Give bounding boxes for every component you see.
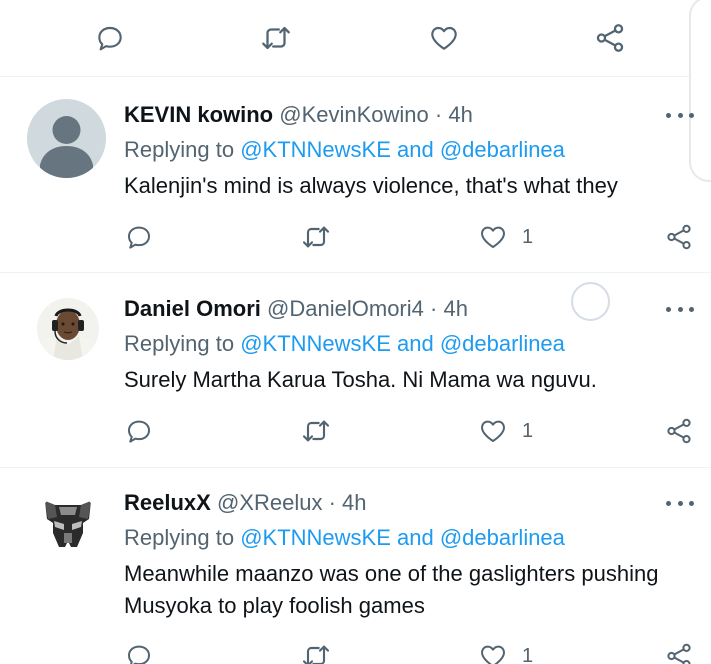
- tweet-actions: 1: [0, 414, 711, 448]
- like-count: 1: [522, 419, 534, 442]
- timestamp[interactable]: 4h: [448, 102, 472, 127]
- heart-icon: [481, 226, 505, 248]
- photo-avatar-icon: [37, 298, 99, 360]
- replying-to-link[interactable]: @KTNNewsKE and @debarlinea: [240, 525, 565, 550]
- avatar[interactable]: [37, 298, 99, 360]
- reply-button[interactable]: [92, 20, 128, 56]
- heart-icon: [481, 420, 505, 442]
- like-button[interactable]: 1: [478, 220, 533, 254]
- share-button[interactable]: [664, 639, 694, 664]
- tweet[interactable]: KEVIN kowino @KevinKowino · 4h Replying …: [0, 78, 711, 273]
- more-options-button[interactable]: [666, 105, 694, 125]
- like-count: 1: [522, 225, 534, 248]
- more-icon-dot: [689, 112, 694, 118]
- retweet-icon: [302, 645, 330, 664]
- more-icon-dot: [689, 306, 694, 312]
- share-icon: [596, 24, 624, 52]
- reply-button[interactable]: [124, 220, 154, 254]
- replying-to-link[interactable]: @KTNNewsKE and @debarlinea: [240, 137, 565, 162]
- retweet-icon: [302, 226, 330, 248]
- replying-to: Replying to @KTNNewsKE and @debarlinea: [124, 135, 565, 165]
- avatar[interactable]: [27, 99, 106, 178]
- tweet-text: Surely Martha Karua Tosha. Ni Mama wa ng…: [124, 367, 597, 392]
- share-button[interactable]: [664, 220, 694, 254]
- tweet-text: Meanwhile maanzo was one of the gaslight…: [124, 561, 659, 618]
- display-name[interactable]: ReeluxX: [124, 490, 211, 515]
- user-handle[interactable]: @XReelux: [217, 490, 323, 515]
- share-button[interactable]: [592, 20, 628, 56]
- more-options-button[interactable]: [666, 299, 694, 319]
- share-icon: [667, 418, 691, 444]
- retweet-button[interactable]: [300, 220, 332, 254]
- share-icon: [667, 643, 691, 664]
- retweet-icon: [262, 26, 290, 50]
- reply-button[interactable]: [124, 639, 154, 664]
- default-avatar-icon: [40, 116, 93, 178]
- tweet-header: Daniel Omori @DanielOmori4 · 4h: [124, 294, 468, 324]
- avatar[interactable]: [37, 493, 99, 555]
- heart-icon: [481, 645, 505, 664]
- like-count: 1: [522, 644, 534, 664]
- more-icon-dot: [689, 500, 694, 506]
- retweet-button[interactable]: [300, 414, 332, 448]
- like-button[interactable]: [426, 20, 462, 56]
- tweet-actions: 1: [0, 639, 711, 664]
- user-handle[interactable]: @KevinKowino: [279, 102, 429, 127]
- reply-button[interactable]: [124, 414, 154, 448]
- replying-prefix: Replying to: [124, 331, 235, 356]
- share-button[interactable]: [664, 414, 694, 448]
- replying-to: Replying to @KTNNewsKE and @debarlinea: [124, 329, 565, 359]
- separator-dot: ·: [434, 102, 443, 127]
- reply-icon: [128, 226, 150, 249]
- more-options-button[interactable]: [666, 493, 694, 513]
- tweet-header: KEVIN kowino @KevinKowino · 4h: [124, 100, 473, 130]
- timestamp[interactable]: 4h: [443, 296, 467, 321]
- more-icon-dot: [666, 500, 671, 506]
- autobot-avatar-icon: [37, 493, 99, 555]
- more-icon-dot: [677, 112, 683, 118]
- tweet[interactable]: ReeluxX @XReelux · 4h Replying to @KTNNe…: [0, 469, 711, 664]
- timestamp[interactable]: 4h: [342, 490, 366, 515]
- retweet-button[interactable]: [258, 20, 294, 56]
- tweet-header: ReeluxX @XReelux · 4h: [124, 488, 367, 518]
- separator-dot: ·: [430, 296, 438, 321]
- more-icon-dot: [666, 112, 671, 118]
- replying-prefix: Replying to: [124, 525, 235, 550]
- reply-icon: [98, 26, 122, 51]
- like-button[interactable]: 1: [478, 639, 533, 664]
- tweet-text: Kalenjin's mind is always violence, that…: [124, 173, 618, 198]
- like-button[interactable]: 1: [478, 414, 533, 448]
- share-icon: [667, 224, 691, 250]
- reply-icon: [128, 645, 150, 664]
- display-name[interactable]: Daniel Omori: [124, 296, 261, 321]
- replying-to: Replying to @KTNNewsKE and @debarlinea: [124, 523, 565, 553]
- replying-to-link[interactable]: @KTNNewsKE and @debarlinea: [240, 331, 565, 356]
- reply-icon: [128, 420, 150, 443]
- user-handle[interactable]: @DanielOmori4: [267, 296, 424, 321]
- more-icon-dot: [677, 306, 683, 312]
- display-name[interactable]: KEVIN kowino: [124, 102, 273, 127]
- heart-icon: [431, 26, 457, 50]
- tweet-actions: 1: [0, 220, 711, 254]
- retweet-icon: [302, 420, 330, 442]
- replying-prefix: Replying to: [124, 137, 235, 162]
- more-icon-dot: [666, 306, 671, 312]
- tweet[interactable]: Daniel Omori @DanielOmori4 · 4h Replying…: [0, 274, 711, 468]
- separator-dot: ·: [328, 490, 336, 515]
- top-tweet-actions: [0, 0, 711, 77]
- more-icon-dot: [677, 500, 683, 506]
- retweet-button[interactable]: [300, 639, 332, 664]
